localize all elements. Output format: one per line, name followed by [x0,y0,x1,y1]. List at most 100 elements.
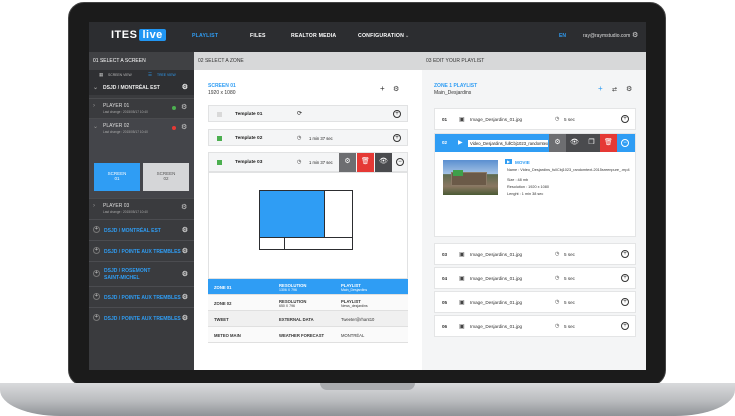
add-icon[interactable]: + [598,84,603,93]
zone-value: News_desjardins [341,304,368,308]
template-row[interactable]: Template 02 ◷ 1 min 37 sec + [208,129,408,146]
site-row[interactable]: + DSJD / POINTE AUX TREMBLES ⚙ [89,307,194,328]
playlist-row[interactable]: 01 ▣ Image_Desjardins_01.jpg ◷ 5 sec + [434,108,636,130]
gear-icon[interactable]: ⚙ [182,271,188,278]
site-row[interactable]: + DSJD / POINTE AUX TREMBLES ⚙ [89,286,194,307]
add-icon[interactable]: + [380,84,385,93]
gear-icon[interactable]: ⚙ [182,294,188,301]
player-row[interactable]: › PLAYER 03 Last change : 2015/05/17 10:… [89,198,194,218]
add-circle-icon[interactable]: + [393,134,401,142]
delete-action-button[interactable]: 🗑 [600,134,617,152]
template-duration: 1 min 37 sec [309,136,333,141]
preview-action-button[interactable]: 👁 [566,134,583,152]
gear-icon[interactable]: ⚙ [181,104,187,111]
player-last-change: Last change : 2015/05/17 10:40 [103,130,148,134]
grid-icon[interactable]: ▦ [99,72,103,78]
add-circle-icon[interactable]: + [621,322,629,330]
app-logo[interactable]: ITES live [111,29,166,41]
template-status [217,136,222,141]
screen-view-toggle[interactable]: SCREEN VIEW [108,73,132,77]
settings-action-button[interactable]: ⚙ [339,153,356,172]
gear-icon[interactable]: ⚙ [632,32,638,39]
zone-01-preview[interactable] [260,191,324,237]
playlist-row[interactable]: 05 ▣ Image_Desjardins_01.jpg ◷ 5 sec + [434,291,636,313]
chevron-down-icon[interactable]: ⌄ [331,33,335,39]
screens-area: SCREEN 01 SCREEN 02 [89,156,194,198]
chevron-down-icon[interactable]: ⌄ [93,84,98,91]
copy-action-button[interactable]: ❐ [583,134,600,152]
file-name: Image_Desjardins_01.jpg [470,117,523,122]
add-circle-icon[interactable]: + [621,298,629,306]
site-row-active[interactable]: ⌄ DSJD / MONTRÉAL EST ⚙ [89,80,194,95]
plus-icon[interactable]: + [93,226,100,233]
gear-icon[interactable]: ⚙ [182,84,188,91]
add-circle-icon[interactable]: + [621,115,629,123]
preview-action-button[interactable]: 👁 [375,153,392,172]
tree-icon[interactable]: ☰ [148,72,152,78]
screen-resolution: 1920 x 1080 [208,90,236,96]
screen-01-button[interactable]: SCREEN 01 [94,163,140,191]
add-circle-icon[interactable]: + [621,250,629,258]
table-row[interactable]: TWEET EXTERNAL DATA Tweeter@rhant10 [208,311,408,327]
playlist-row[interactable]: 06 ▣ Image_Desjardins_01.jpg ◷ 5 sec + [434,315,636,337]
site-row[interactable]: + DSJD / ROSEMONT SAINT-MICHEL ⚙ [89,261,194,286]
delete-action-button[interactable]: 🗑 [357,153,374,172]
plus-icon[interactable]: + [93,270,100,277]
site-label: DSJD / MONTRÉAL EST [103,85,160,91]
nav-configuration[interactable]: CONFIGURATION [358,33,404,39]
clock-icon: ◷ [555,116,560,122]
chevron-right-icon[interactable]: › [93,103,95,109]
nav-playlist[interactable]: PLAYLIST [192,33,218,39]
gear-icon[interactable]: ⚙ [182,248,188,255]
playlist-row-selected[interactable]: 02 ▶ Video_Desjardins_fullCbj1023_random… [434,133,636,237]
player-name: PLAYER 03 [103,203,130,209]
tree-view-toggle[interactable]: TREE VIEW [157,73,176,77]
plus-icon[interactable]: + [93,293,100,300]
site-row[interactable]: + DSJD / MONTRÉAL EST ⚙ [89,219,194,240]
screen-number: 02 [163,176,169,181]
add-circle-icon[interactable]: + [393,110,401,118]
refresh-icon[interactable]: ⟳ [297,110,302,117]
gear-icon[interactable]: ⚙ [181,124,187,131]
user-email[interactable]: ray@raymstudio.com [583,33,630,39]
zone-name: METEO MAIN [214,333,241,338]
gear-icon[interactable]: ⚙ [182,227,188,234]
column-header: 02 SELECT A ZONE [194,52,422,70]
gear-icon[interactable]: ⚙ [393,86,399,93]
clock-icon: ◷ [555,323,560,329]
chevron-right-icon[interactable]: › [93,203,95,209]
player-row-expanded[interactable]: ⌄ PLAYER 02 Last change : 2015/05/17 10:… [89,118,194,156]
screen-02-button[interactable]: SCREEN 02 [143,163,189,191]
remove-circle-icon[interactable]: − [396,158,404,166]
chevron-down-icon[interactable]: ⌄ [93,123,98,130]
playlist-row[interactable]: 03 ▣ Image_Desjardins_01.jpg ◷ 5 sec + [434,243,636,265]
site-label: DSJD / POINTE AUX TREMBLES [104,316,181,322]
template-row[interactable]: Template 01 ⟳ + [208,105,408,122]
gear-icon[interactable]: ⚙ [181,204,187,211]
nav-files[interactable]: FILES [250,33,266,39]
nav-realtor-media[interactable]: REALTOR MEDIA [291,33,336,39]
site-row[interactable]: + DSJD / POINTE AUX TREMBLES ⚙ [89,240,194,261]
plus-icon[interactable]: + [93,314,100,321]
remove-circle-icon[interactable]: − [621,139,629,147]
table-row[interactable]: ZONE 02 RESOLUTION 650 X 796 PLAYLIST News… [208,295,408,311]
playlist-row[interactable]: 04 ▣ Image_Desjardins_01.jpg ◷ 5 sec + [434,267,636,289]
player-row[interactable]: › PLAYER 01 Last change : 2015/05/17 10:… [89,98,194,118]
file-name-input[interactable]: Video_Desjardins_fullCbj1023_randomtext-… [468,140,548,147]
template-row-selected[interactable]: Template 03 ◷ 1 min 37 sec ⚙ 🗑 👁 − [208,152,408,172]
add-circle-icon[interactable]: + [621,274,629,282]
chevron-down-icon[interactable]: ⌄ [405,33,409,39]
table-row[interactable]: ZONE 01 RESOLUTION 1306 X 796 PLAYLIST Mai… [208,279,408,295]
gear-icon[interactable]: ⚙ [182,315,188,322]
gear-icon[interactable]: ⚙ [626,86,632,93]
plus-icon[interactable]: + [93,247,100,254]
language-switch[interactable]: EN [559,33,566,39]
shuffle-icon[interactable]: ⇄ [612,86,617,93]
media-resolution: Resolution : 1920 x 1080 [507,185,550,189]
media-length: Lenght : 1 min 38 sec [507,192,544,196]
settings-action-button[interactable]: ⚙ [549,134,566,152]
table-row[interactable]: METEO MAIN WEATHER FORECAST MONTRÉAL [208,327,408,343]
logo-sign-shape [453,170,463,176]
row-number: 05 [442,300,448,305]
selected-row-bar[interactable]: 02 ▶ Video_Desjardins_fullCbj1023_random… [435,134,635,152]
